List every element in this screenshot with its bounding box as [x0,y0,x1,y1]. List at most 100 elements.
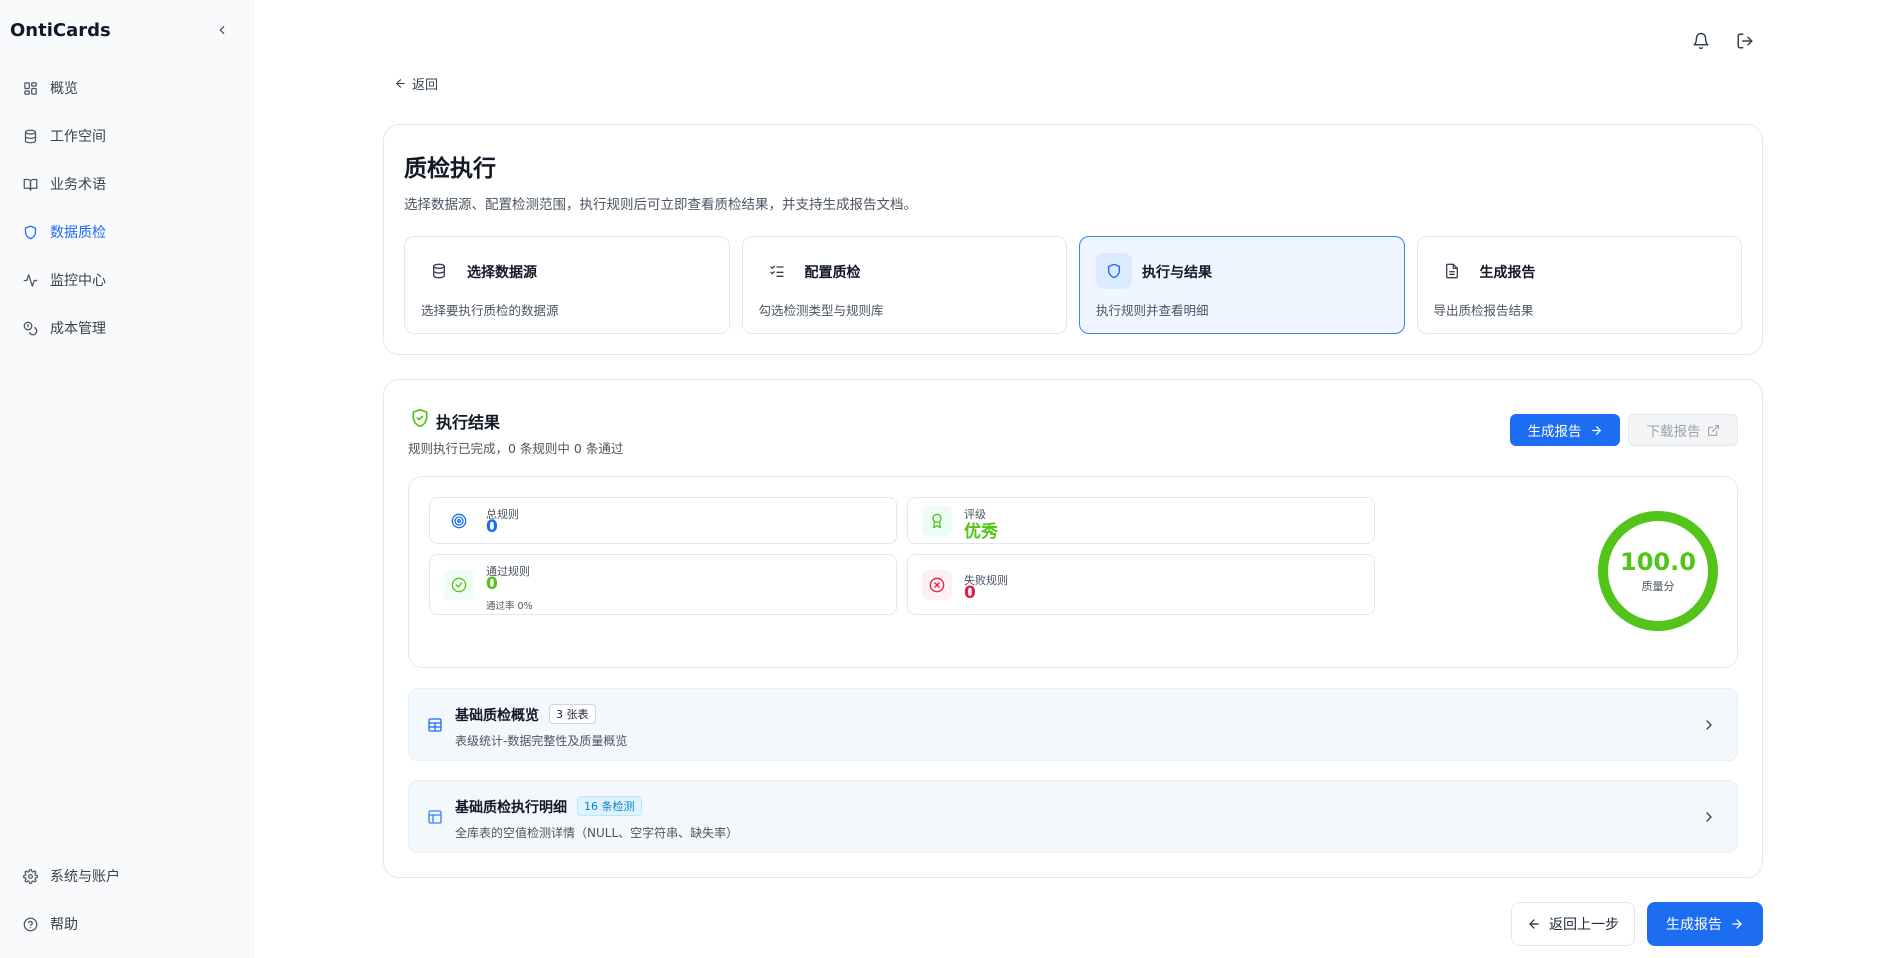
quality-score-label: 质量分 [1641,580,1675,593]
sidebar-item-label: 系统与账户 [50,869,120,885]
back-link[interactable]: 返回 [394,74,438,93]
notification-button[interactable] [1690,30,1712,52]
external-link-icon [1707,424,1719,436]
check-circle-icon [444,570,474,600]
page-description: 选择数据源、配置检测范围，执行规则后可立即查看质检结果，并支持生成报告文档。 [404,197,917,213]
step-description: 执行规则并查看明细 [1096,303,1209,318]
target-icon [444,506,474,536]
row-description: 表级统计-数据完整性及质量概览 [455,734,628,748]
shield-icon [22,224,38,240]
collapse-sidebar-button[interactable] [212,20,232,40]
back-label: 返回 [412,78,439,93]
arrow-right-icon [1591,425,1601,435]
stepper: 选择数据源 选择要执行质检的数据源 配置质检 勾选检测类型与规则库 执行与结果 … [404,236,1742,334]
bell-icon [1693,32,1709,50]
file-text-icon [1434,253,1470,289]
stat-value: 0 [964,583,976,603]
button-label: 生成报告 [1666,917,1722,933]
stat-grade: 评级 优秀 [907,497,1375,544]
sidebar-item-label: 工作空间 [50,129,106,145]
chevron-right-icon [1706,720,1712,730]
sidebar: OntiCards 概览 工作空间 业务术语 数据质检 监控中心 成本管理 系统… [0,0,254,958]
button-label: 下载报告 [1646,424,1701,440]
row-title: 基础质检执行明细 [455,800,567,816]
results-title: 执行结果 [436,413,501,432]
step-description: 导出质检报告结果 [1433,303,1534,318]
step-title: 生成报告 [1479,265,1536,281]
basic-quality-detail-row[interactable]: 基础质检执行明细 16 条检测 全库表的空值检测详情（NULL、空字符串、缺失率… [408,780,1738,853]
table-icon [428,718,442,732]
stat-value: 0 [486,517,498,537]
coins-icon [22,320,38,336]
step-description: 选择要执行质检的数据源 [421,303,559,318]
step-generate-report[interactable]: 生成报告 导出质检报告结果 [1416,236,1742,334]
step-title: 选择数据源 [467,265,537,281]
book-icon [22,176,38,192]
quality-score-ring: 100.0 质量分 [1597,510,1719,632]
step-description: 勾选检测类型与规则库 [758,303,884,318]
quality-score-value: 100.0 [1620,548,1696,576]
generate-report-footer-button[interactable]: 生成报告 [1647,902,1763,946]
sidebar-item-settings[interactable]: 系统与账户 [0,852,254,900]
sidebar-item-label: 数据质检 [50,225,106,241]
sidebar-item-cost[interactable]: 成本管理 [0,304,254,352]
generate-report-button[interactable]: 生成报告 [1510,414,1620,446]
arrow-left-icon [1529,919,1539,929]
sidebar-item-overview[interactable]: 概览 [0,64,254,112]
shield-icon [1096,253,1132,289]
layout-table-icon [428,810,442,824]
logout-button[interactable] [1734,30,1756,52]
check-count-badge: 16 条检测 [577,796,642,816]
stat-passed-rules: 通过规则 0 通过率 0% [429,554,897,615]
page-title: 质检执行 [404,156,496,182]
basic-quality-overview-row[interactable]: 基础质检概览 3 张表 表级统计-数据完整性及质量概览 [408,688,1738,761]
sidebar-item-label: 监控中心 [50,273,106,289]
database-icon [421,253,457,289]
step-title: 执行与结果 [1142,265,1212,281]
button-label: 生成报告 [1527,424,1582,440]
sidebar-item-label: 业务术语 [50,177,106,193]
shield-check-icon [412,408,428,428]
stat-total-rules: 总规则 0 [429,497,897,544]
row-title: 基础质检概览 [455,708,539,724]
sidebar-item-workspace[interactable]: 工作空间 [0,112,254,160]
sidebar-item-label: 帮助 [50,917,78,933]
sidebar-item-glossary[interactable]: 业务术语 [0,160,254,208]
checklist-icon [759,253,795,289]
stat-value: 优秀 [964,522,998,542]
row-description: 全库表的空值检测详情（NULL、空字符串、缺失率） [455,826,739,840]
button-label: 返回上一步 [1549,917,1619,933]
award-icon [922,506,952,536]
table-count-badge: 3 张表 [549,704,596,724]
stats-panel: 总规则 0 评级 优秀 通过规则 0 通过率 0% 失败规则 0 100.0 质… [408,476,1738,668]
step-title: 配置质检 [804,265,861,281]
sidebar-nav: 概览 工作空间 业务术语 数据质检 监控中心 成本管理 [0,64,254,352]
sidebar-item-label: 成本管理 [50,321,106,337]
results-card: 执行结果 规则执行已完成，0 条规则中 0 条通过 生成报告 下载报告 总规则 … [383,379,1763,878]
step-execute-results[interactable]: 执行与结果 执行规则并查看明细 [1079,236,1405,334]
arrow-right-icon [1732,919,1742,929]
step-select-datasource[interactable]: 选择数据源 选择要执行质检的数据源 [404,236,730,334]
results-subtitle: 规则执行已完成，0 条规则中 0 条通过 [408,441,624,456]
stat-failed-rules: 失败规则 0 [907,554,1375,615]
database-icon [22,128,38,144]
step-configure-quality[interactable]: 配置质检 勾选检测类型与规则库 [741,236,1067,334]
activity-icon [22,272,38,288]
sidebar-bottom: 系统与账户 帮助 [0,852,254,948]
logout-icon [1737,33,1753,49]
arrow-left-icon [396,79,405,88]
help-icon [22,916,38,932]
sidebar-item-data-quality[interactable]: 数据质检 [0,208,254,256]
app-logo: OntiCards [10,20,111,41]
chevron-right-icon [1706,812,1712,822]
sidebar-item-label: 概览 [50,81,78,97]
x-circle-icon [922,570,952,600]
quality-exec-card: 质检执行 选择数据源、配置检测范围，执行规则后可立即查看质检结果，并支持生成报告… [383,124,1763,355]
previous-step-button[interactable]: 返回上一步 [1511,902,1635,946]
sidebar-item-monitoring[interactable]: 监控中心 [0,256,254,304]
stat-value: 0 [486,574,498,594]
download-report-button[interactable]: 下载报告 [1628,414,1738,446]
sidebar-item-help[interactable]: 帮助 [0,900,254,948]
chevron-left-icon [219,25,225,35]
pass-rate-note: 通过率 0% [486,601,533,612]
